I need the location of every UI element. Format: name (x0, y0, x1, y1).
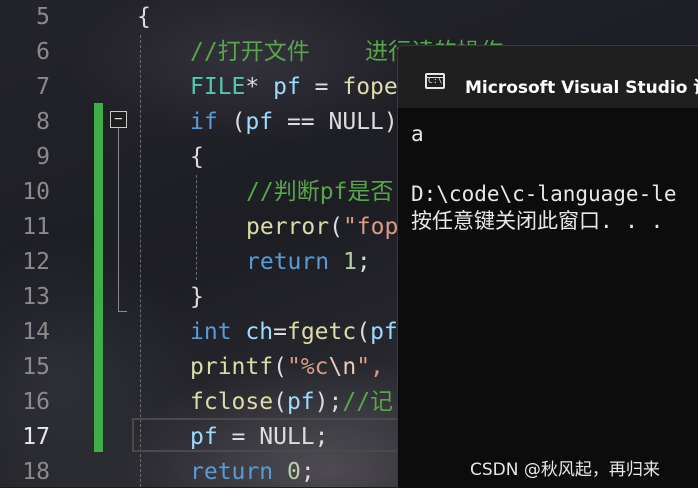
line-number: 6 (36, 39, 50, 65)
line-number: 9 (36, 144, 50, 170)
code-text: FILE* pf = fopen (190, 70, 412, 105)
debug-console-window[interactable]: C:\ Microsoft Visual Studio 调试 a D:\code\… (397, 45, 698, 488)
code-token: return (190, 459, 274, 485)
code-token: ; (300, 459, 315, 485)
code-token: int (190, 319, 232, 345)
code-token: ( (273, 354, 287, 380)
line-number: 12 (22, 249, 50, 275)
code-token: = (300, 74, 343, 100)
code-token: if (190, 109, 218, 135)
code-token: == NULL) (273, 109, 398, 135)
code-token: "%c (286, 354, 329, 380)
line-number: 13 (22, 284, 50, 310)
console-output-line: 按任意键关闭此窗口. . . (411, 209, 664, 233)
line-number: 15 (22, 354, 50, 380)
console-output-line: D:\code\c-language-le (411, 182, 677, 206)
line-number: 16 (22, 389, 50, 415)
code-token: ( (217, 109, 246, 135)
current-line-highlight (132, 418, 402, 452)
code-token: \n (328, 354, 357, 380)
code-token: ( (329, 214, 343, 240)
collapse-toggle-icon[interactable]: − (110, 111, 127, 128)
code-token: ; (356, 249, 371, 275)
code-token: FILE (190, 74, 246, 100)
line-number: 5 (36, 4, 50, 30)
code-text: if (pf == NULL) (190, 105, 398, 140)
console-title: Microsoft Visual Studio 调试 (465, 78, 698, 98)
code-text: return 1; (246, 245, 371, 280)
change-tracking-bar (94, 103, 103, 452)
code-token: { (137, 4, 151, 30)
code-token: * (245, 74, 274, 100)
line-number: 17 (22, 424, 50, 450)
code-line[interactable]: 5{ (0, 0, 698, 35)
code-token: return (246, 249, 330, 275)
line-number: 11 (22, 214, 50, 240)
indent-guide (196, 175, 197, 280)
code-token: ( (273, 389, 287, 415)
code-token: pf (245, 109, 274, 135)
fold-guide-end (118, 311, 127, 312)
code-token: ); (314, 389, 343, 415)
code-text: return 0; (190, 455, 315, 487)
code-token: fgetc (286, 319, 357, 345)
code-token: pf (273, 74, 301, 100)
code-token: ( (356, 319, 371, 345)
code-text: { (190, 140, 204, 175)
code-token: ", (356, 354, 398, 380)
code-token: fclose (190, 389, 274, 415)
line-number: 14 (22, 319, 50, 345)
code-token: 1 (342, 249, 357, 275)
code-token: printf (190, 354, 274, 380)
code-token: pf (286, 389, 315, 415)
line-number: 8 (36, 109, 50, 135)
code-text: } (190, 280, 204, 315)
watermark: CSDN @秋风起，再归来 (470, 460, 660, 480)
line-number: 18 (22, 459, 50, 485)
code-token: } (190, 284, 204, 310)
code-token: = (273, 319, 287, 345)
console-output-line: a (411, 122, 424, 146)
code-token: perror (246, 214, 330, 240)
code-text: { (137, 0, 151, 35)
line-number: 10 (22, 179, 50, 205)
code-token: pf (370, 319, 398, 345)
code-text: //判断pf是否 (246, 175, 393, 210)
code-token: { (190, 144, 204, 170)
code-text: printf("%c\n", (190, 350, 398, 385)
code-token: ch (245, 319, 274, 345)
terminal-icon: C:\ (425, 73, 445, 89)
code-token: 0 (286, 459, 301, 485)
code-text: int ch=fgetc(pf (190, 315, 398, 350)
code-token: //判断pf是否 (246, 179, 394, 205)
code-token: //记 (342, 389, 394, 415)
console-titlebar[interactable]: C:\ Microsoft Visual Studio 调试 (398, 46, 698, 108)
fold-guide-line (118, 128, 119, 311)
line-number: 7 (36, 74, 50, 100)
code-text: fclose(pf);//记 (190, 385, 393, 420)
